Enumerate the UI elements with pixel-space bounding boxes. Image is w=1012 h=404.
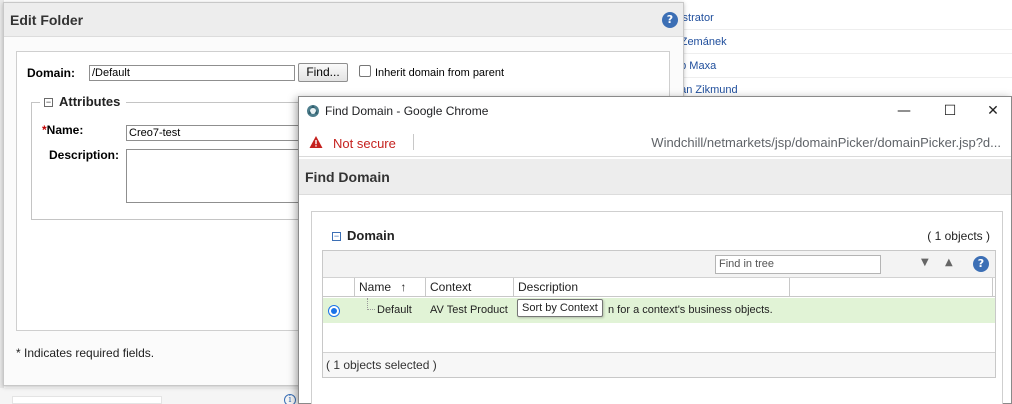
background-input[interactable] [12,396,162,404]
row-context: AV Test Product [430,304,508,316]
table-toolbar: Find in tree ▼ ▲ ? [323,251,995,278]
sort-tooltip: Sort by Context [517,299,603,317]
column-description[interactable]: Description [514,278,790,297]
find-domain-window: Find Domain - Google Chrome — ☐ ✕ Not se… [298,96,1012,404]
required-fields-note: * Indicates required fields. [16,346,155,360]
description-label: Description: [49,148,120,162]
domain-input[interactable]: /Default [89,65,295,81]
object-count: ( 1 objects ) [927,229,990,243]
maximize-icon[interactable]: ☐ [927,97,973,125]
close-icon[interactable]: ✕ [973,97,1012,125]
column-name[interactable]: Name ↑ [355,278,426,297]
url-text[interactable]: Windchill/netmarkets/jsp/domainPicker/do… [651,135,1001,150]
background-list-item[interactable]: r Zemánek [660,30,1012,54]
find-button[interactable]: Find... [298,63,348,82]
info-icon[interactable]: i [284,394,296,404]
domain-panel: − Domain ( 1 objects ) Find in tree ▼ ▲ ?… [311,211,1003,404]
expand-all-icon[interactable]: ▼ [921,257,929,268]
description-textarea[interactable] [126,149,306,203]
find-in-tree-input[interactable]: Find in tree [715,255,881,274]
warning-icon[interactable] [309,135,323,149]
app-logo-icon [307,105,319,117]
table-row[interactable]: Default AV Test Product n for a context'… [323,298,995,323]
tree-connector [367,298,375,310]
selection-footer: ( 1 objects selected ) [323,352,995,377]
row-name: Default [377,304,412,316]
attributes-legend[interactable]: − Attributes [40,94,127,109]
row-description: n for a context's business objects. [608,304,773,316]
name-label: *Name: [42,123,83,137]
table-header: Name ↑ Context Description [323,278,995,297]
inherit-domain-checkbox[interactable] [359,65,371,77]
domain-label: Domain: [27,66,75,80]
name-input[interactable]: Creo7-test [126,125,306,141]
window-title: Find Domain - Google Chrome [325,104,489,118]
select-radio[interactable] [328,305,340,317]
background-user-list: nistrator r Zemánek ub Maxa nan Zikmund [660,6,1012,102]
column-select [323,278,355,297]
help-icon[interactable]: ? [662,12,678,28]
collapse-icon[interactable]: − [332,232,341,241]
inherit-domain-label: Inherit domain from parent [375,67,505,79]
collapse-all-icon[interactable]: ▲ [945,257,953,268]
collapse-icon[interactable]: − [44,98,53,107]
edit-folder-title: Edit Folder [4,3,683,37]
domain-table: Find in tree ▼ ▲ ? Name ↑ Context Descri… [322,250,996,378]
minimize-icon[interactable]: — [881,97,927,125]
not-secure-label[interactable]: Not secure [333,136,396,151]
domain-panel-title[interactable]: − Domain [332,228,395,243]
background-list-item[interactable]: nistrator [660,6,1012,30]
find-domain-title: Find Domain [299,159,1011,195]
background-list-item[interactable]: ub Maxa [660,54,1012,78]
address-bar[interactable]: Not secure Windchill/netmarkets/jsp/doma… [299,127,1011,157]
sort-ascending-icon[interactable]: ↑ [400,280,406,294]
name-label-text: Name: [46,123,84,137]
window-title-bar[interactable]: Find Domain - Google Chrome — ☐ ✕ [299,97,1011,125]
attributes-legend-label: Attributes [59,94,121,109]
column-extra[interactable] [790,278,993,297]
address-separator [413,134,414,150]
help-icon[interactable]: ? [973,256,989,272]
column-context[interactable]: Context [426,278,514,297]
column-name-label: Name [359,280,392,294]
domain-panel-label: Domain [347,228,395,243]
